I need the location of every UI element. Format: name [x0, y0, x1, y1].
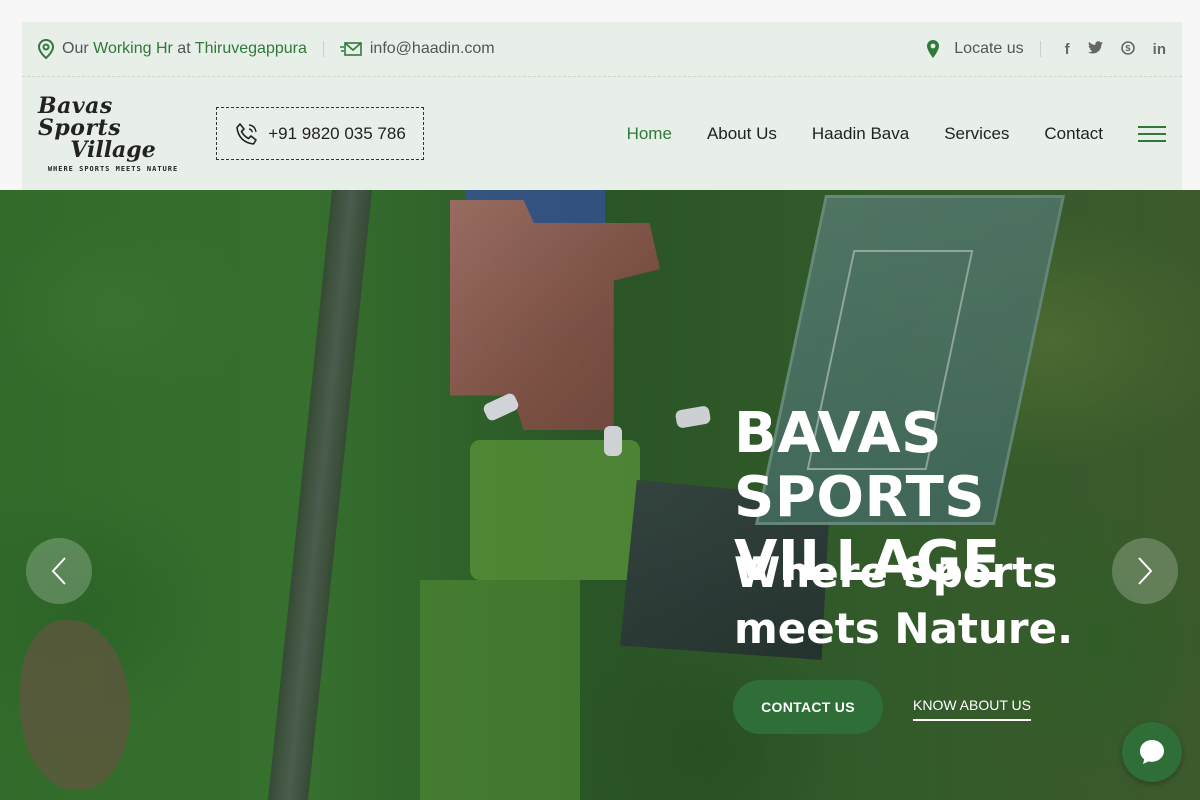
topbar-right: Locate us f S in — [926, 39, 1166, 59]
working-at: at — [177, 40, 191, 57]
divider — [322, 41, 324, 57]
phone-number: +91 9820 035 786 — [268, 123, 406, 143]
locate-us-link[interactable]: Locate us — [954, 40, 1023, 58]
envelope-icon — [339, 42, 362, 56]
chat-bubble-icon — [1140, 740, 1164, 764]
nav-item-haadin-bava[interactable]: Haadin Bava — [812, 124, 909, 144]
chevron-right-icon — [1138, 557, 1153, 585]
nav-item-services[interactable]: Services — [944, 124, 1009, 144]
working-hr-link[interactable]: Working Hr — [93, 40, 173, 57]
slider-next-button[interactable] — [1112, 538, 1178, 604]
contact-us-button[interactable]: CONTACT US — [733, 680, 883, 734]
skype-icon[interactable]: S — [1120, 40, 1135, 55]
main-nav: Home About Us Haadin Bava Services Conta… — [627, 124, 1103, 144]
hero-subtitle: Where Sports meets Nature. — [734, 545, 1134, 657]
top-info-bar: Our Working Hr at Thiruvegappura info@ha… — [22, 22, 1182, 77]
location-link[interactable]: Thiruvegappura — [195, 40, 307, 57]
map-pin-icon — [38, 39, 54, 59]
main-header: Bavas Sports Village WHERE SPORTS MEETS … — [22, 77, 1182, 190]
email-link[interactable]: info@haadin.com — [370, 40, 495, 58]
working-hours-info: Our Working Hr at Thiruvegappura — [38, 39, 307, 59]
logo-tagline: WHERE SPORTS MEETS NATURE — [47, 164, 179, 173]
nav-item-contact[interactable]: Contact — [1044, 124, 1103, 144]
chevron-left-icon — [51, 557, 66, 585]
working-prefix: Our — [62, 40, 89, 57]
chat-widget-button[interactable] — [1122, 722, 1182, 782]
logo-line2: Village — [70, 136, 156, 163]
slider-prev-button[interactable] — [26, 538, 92, 604]
locate-pin-icon — [927, 40, 940, 58]
hero-title-line1: BAVAS SPORTS — [734, 401, 986, 530]
hero-subtitle-line1: Where Sports — [734, 548, 1058, 597]
social-links: f S in — [1065, 41, 1166, 58]
logo-line1: Bavas Sports — [38, 92, 122, 141]
facebook-icon[interactable]: f — [1065, 41, 1070, 58]
hero-subtitle-line2: meets Nature. — [734, 604, 1074, 653]
divider — [1039, 41, 1041, 57]
hamburger-menu-icon[interactable] — [1138, 125, 1166, 142]
linkedin-icon[interactable]: in — [1153, 41, 1166, 58]
phone-button[interactable]: +91 9820 035 786 — [216, 107, 424, 160]
nav-item-home[interactable]: Home — [627, 124, 672, 144]
know-about-us-link[interactable]: KNOW ABOUT US — [913, 697, 1031, 721]
email-info[interactable]: info@haadin.com — [339, 40, 495, 58]
nav-item-about-us[interactable]: About Us — [707, 124, 777, 144]
phone-icon — [236, 122, 258, 145]
twitter-icon[interactable] — [1087, 40, 1103, 54]
svg-text:S: S — [1125, 44, 1131, 53]
site-logo[interactable]: Bavas Sports Village WHERE SPORTS MEETS … — [38, 95, 188, 173]
